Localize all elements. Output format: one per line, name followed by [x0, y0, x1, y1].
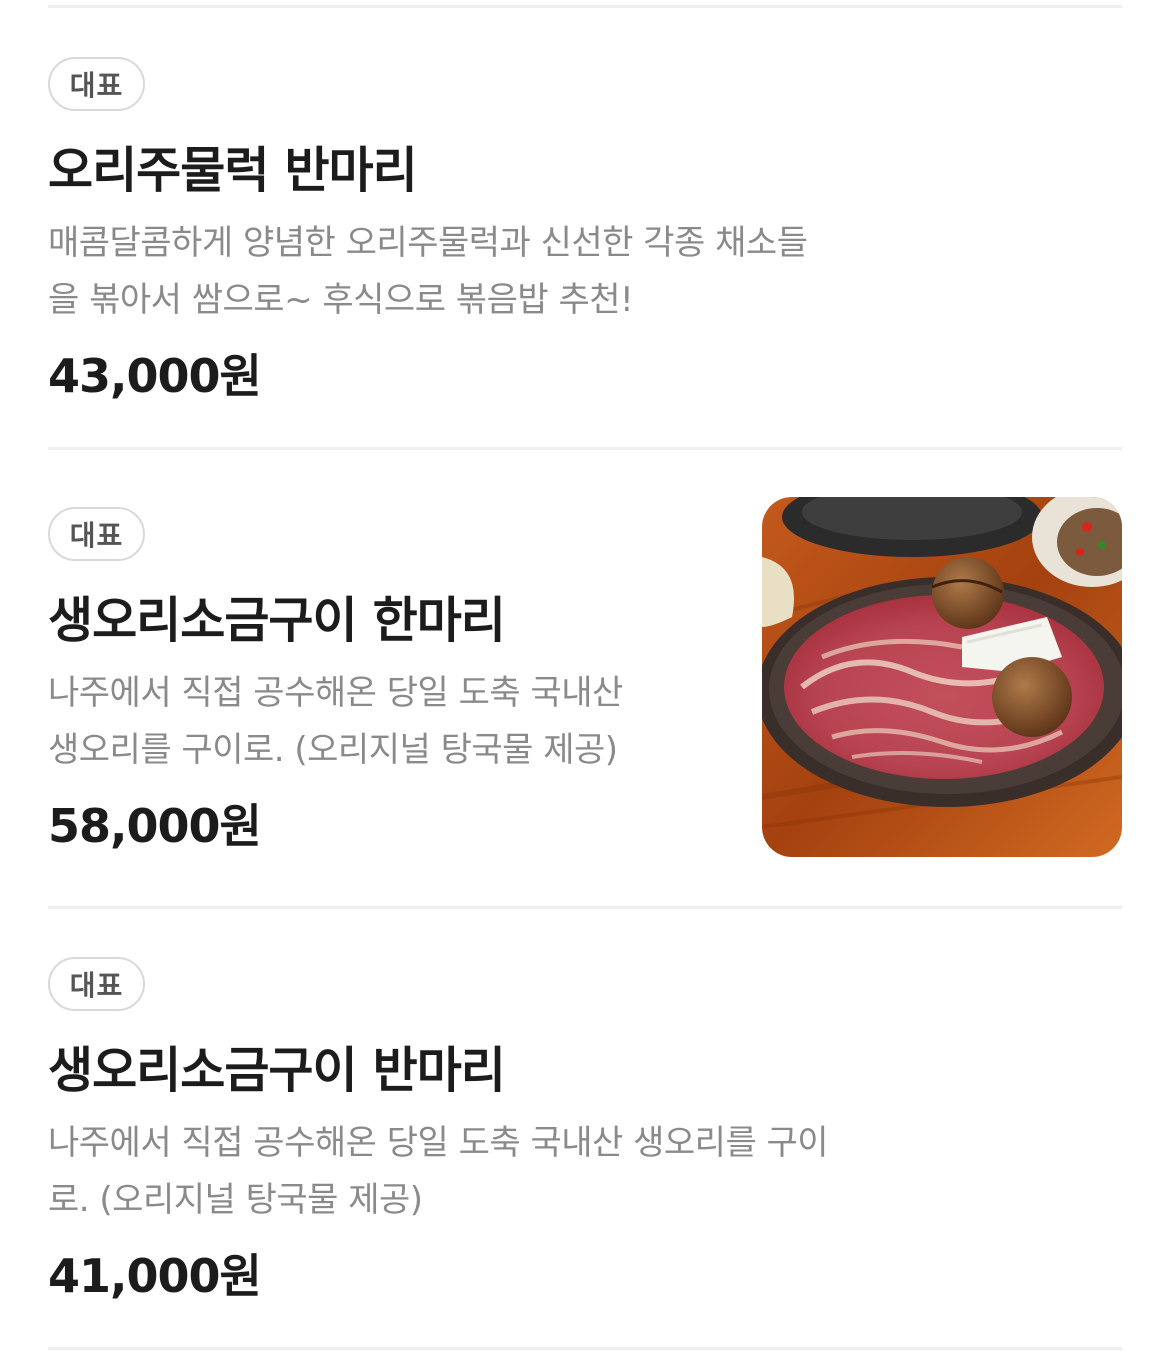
menu-item-name: 생오리소금구이 반마리 [48, 1042, 506, 1099]
menu-item-photo[interactable] [762, 497, 1122, 857]
grilled-duck-photo-icon [762, 497, 1122, 857]
menu-item-description: 매콤달콤하게 양념한 오리주물럭과 신선한 각종 채소들 을 볶아서 쌈으로~ … [48, 215, 948, 329]
divider-bottom [48, 1347, 1122, 1350]
signature-badge: 대표 [48, 957, 145, 1011]
menu-item-price: 43,000원 [48, 349, 262, 403]
menu-item-name: 오리주물럭 반마리 [48, 142, 418, 199]
description-line: 나주에서 직접 공수해온 당일 도축 국내산 [48, 673, 623, 713]
menu-item-duck-bulgogi-half[interactable]: 대표 오리주물럭 반마리 매콤달콤하게 양념한 오리주물럭과 신선한 각종 채소… [48, 57, 1122, 447]
divider [48, 447, 1122, 450]
menu-item-description: 나주에서 직접 공수해온 당일 도축 국내산 생오리를 구이로. (오리지널 탕… [48, 665, 728, 779]
description-line: 을 볶아서 쌈으로~ 후식으로 볶음밥 추천! [48, 280, 634, 320]
description-line: 매콤달콤하게 양념한 오리주물럭과 신선한 각종 채소들 [48, 223, 808, 263]
menu-item-price: 41,000원 [48, 1249, 262, 1303]
description-line: 생오리를 구이로. (오리지널 탕국물 제공) [48, 730, 618, 770]
description-line: 나주에서 직접 공수해온 당일 도축 국내산 생오리를 구이 [48, 1123, 829, 1163]
menu-item-salt-grilled-duck-half[interactable]: 대표 생오리소금구이 반마리 나주에서 직접 공수해온 당일 도축 국내산 생오… [48, 957, 1122, 1347]
divider [48, 906, 1122, 909]
signature-badge: 대표 [48, 507, 145, 561]
signature-badge: 대표 [48, 57, 145, 111]
menu-item-name: 생오리소금구이 한마리 [48, 592, 506, 649]
menu-item-description: 나주에서 직접 공수해온 당일 도축 국내산 생오리를 구이 로. (오리지널 … [48, 1115, 968, 1229]
description-line: 로. (오리지널 탕국물 제공) [48, 1180, 423, 1220]
menu-item-price: 58,000원 [48, 799, 262, 853]
divider-top [48, 5, 1122, 8]
menu-item-salt-grilled-duck-whole[interactable]: 대표 생오리소금구이 한마리 나주에서 직접 공수해온 당일 도축 국내산 생오… [48, 497, 1122, 907]
